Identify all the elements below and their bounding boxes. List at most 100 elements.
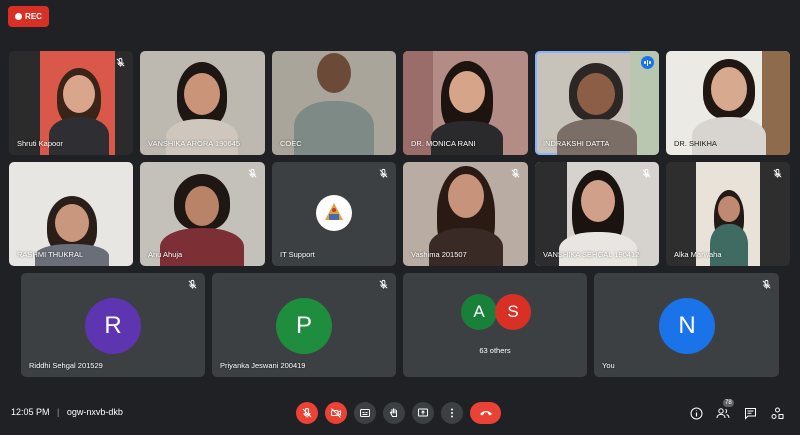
participant-name: Vashima 201507	[411, 250, 467, 259]
participant-body	[160, 228, 244, 266]
participant-name: IT Support	[280, 250, 315, 259]
avatar-initial: S	[507, 302, 519, 321]
participant-body	[557, 119, 637, 155]
microphone-toggle-button[interactable]	[296, 402, 318, 424]
participant-tile-shruti-kapoor[interactable]: Shruti Kapoor	[9, 51, 133, 155]
mic-off-icon	[302, 407, 312, 418]
participant-tile-alka-marwaha[interactable]: Alka Marwaha	[666, 162, 790, 266]
separator: |	[57, 407, 60, 417]
mic-off-icon	[642, 168, 651, 178]
participant-body	[692, 117, 766, 155]
avatar-initial: A	[473, 302, 485, 321]
bottom-toolbar: 12:05 PM | ogw-nxvb-dkb 78	[0, 392, 800, 435]
meeting-code: ogw-nxvb-dkb	[66, 407, 123, 417]
meeting-details-button[interactable]	[688, 405, 704, 421]
participant-body	[166, 119, 238, 155]
participant-face	[449, 71, 485, 113]
participant-tile-vashima[interactable]: Vashima 201507	[403, 162, 528, 266]
avatar-initial: R	[104, 312, 122, 339]
recording-label: REC	[25, 12, 42, 21]
participant-face	[581, 180, 615, 222]
info-icon	[690, 407, 702, 419]
chat-button[interactable]	[742, 405, 758, 421]
people-icon	[716, 407, 730, 418]
participant-face	[448, 174, 484, 218]
captions-button[interactable]	[354, 402, 376, 424]
participant-name: Riddhi Sehgal 201529	[29, 361, 103, 370]
participant-name: You	[602, 361, 615, 370]
participant-tile-anu-ahuja[interactable]: Anu Ahuja	[140, 162, 265, 266]
mic-off-icon	[773, 168, 782, 178]
participant-body	[559, 232, 637, 266]
present-icon	[418, 408, 428, 417]
participant-tile-monica-rani[interactable]: DR. MONICA RANI	[403, 51, 528, 155]
participant-body	[431, 121, 503, 155]
activities-icon	[771, 407, 783, 419]
captions-icon	[360, 409, 370, 417]
participant-name: DR. SHIKHA	[674, 139, 717, 148]
avatar-initial: P	[295, 312, 312, 339]
raise-hand-icon	[389, 408, 397, 417]
meeting-details: 12:05 PM | ogw-nxvb-dkb	[11, 407, 123, 417]
mic-off-icon	[116, 57, 125, 67]
avatar: A	[461, 294, 497, 330]
more-options-icon	[451, 408, 453, 418]
participant-tile-coec[interactable]: COEC	[272, 51, 396, 155]
participant-tile-riddhi-sehgal[interactable]: R Riddhi Sehgal 201529	[21, 273, 205, 377]
participant-name: Alka Marwaha	[674, 250, 722, 259]
raise-hand-button[interactable]	[383, 402, 405, 424]
self-tile[interactable]: N You	[594, 273, 779, 377]
avatar: N	[659, 298, 715, 354]
participant-body	[49, 117, 109, 155]
participant-face	[711, 67, 747, 111]
avatar: R	[85, 298, 141, 354]
camera-toggle-button[interactable]	[325, 402, 347, 424]
mic-off-icon	[762, 279, 771, 289]
mic-off-icon	[188, 279, 197, 289]
present-screen-button[interactable]	[412, 402, 434, 424]
others-count-label: 63 others	[479, 346, 511, 355]
mic-off-icon	[248, 168, 257, 178]
camera-off-icon	[331, 408, 341, 418]
people-button[interactable]: 78	[715, 399, 734, 421]
others-tile[interactable]: A S 63 others	[403, 273, 587, 377]
activities-button[interactable]	[769, 405, 785, 421]
people-count-badge: 78	[723, 399, 734, 407]
participant-name: DR. MONICA RANI	[411, 139, 476, 148]
avatar-initial: N	[678, 312, 696, 339]
participant-face	[317, 53, 351, 93]
participant-tile-rashmi-thukral[interactable]: RASHMI THUKRAL	[9, 162, 133, 266]
mic-off-icon	[379, 279, 388, 289]
video-background	[762, 51, 790, 155]
participant-name: Priyanka Jeswani 200419	[220, 361, 306, 370]
chat-icon	[744, 407, 756, 420]
participant-face	[55, 204, 89, 242]
avatar: P	[276, 298, 332, 354]
participant-face	[185, 186, 219, 226]
participant-tile-priyanka-jeswani[interactable]: P Priyanka Jeswani 200419	[212, 273, 396, 377]
participant-name: VANSHIKA ARORA 190645	[148, 139, 240, 148]
participant-face	[63, 75, 95, 113]
speaking-indicator-icon	[641, 56, 654, 69]
participant-tile-it-support[interactable]: IT Support	[272, 162, 396, 266]
participant-tile-vanshika-sehgal[interactable]: VANSHIKA SEHGAL 190412	[535, 162, 659, 266]
participant-name: COEC	[280, 139, 302, 148]
more-options-button[interactable]	[441, 402, 463, 424]
participant-face	[718, 196, 740, 222]
participant-name: VANSHIKA SEHGAL 190412	[543, 250, 640, 259]
participant-tile-dr-shikha[interactable]: DR. SHIKHA	[666, 51, 790, 155]
participant-body	[294, 101, 374, 155]
leave-call-button[interactable]	[470, 402, 501, 424]
institution-logo-icon	[316, 195, 352, 231]
participant-tile-vanshika-arora[interactable]: VANSHIKA ARORA 190645	[140, 51, 265, 155]
meeting-time: 12:05 PM	[11, 407, 50, 417]
participant-body	[710, 224, 748, 266]
recording-dot-icon	[15, 13, 23, 20]
participant-face	[184, 73, 220, 115]
participant-name: Anu Ahuja	[148, 250, 183, 259]
participant-tile-indrakshi-datta[interactable]: INDRAKSHI DATTA	[535, 51, 659, 155]
participant-face	[577, 73, 615, 115]
participant-body	[429, 228, 503, 266]
avatar: S	[495, 294, 531, 330]
participant-name: RASHMI THUKRAL	[17, 250, 84, 259]
